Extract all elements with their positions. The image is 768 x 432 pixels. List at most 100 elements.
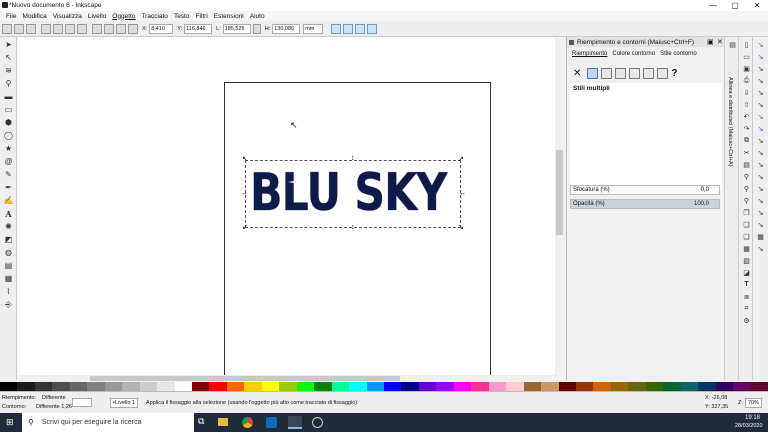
task-view-icon[interactable]: ⧉ [198, 416, 204, 427]
snap-grid-icon[interactable]: ▦ [756, 232, 765, 241]
cut-icon[interactable]: ✂ [742, 148, 751, 157]
snap-bbox-icon[interactable]: ↘ [756, 52, 765, 61]
flip-vertical-icon[interactable] [77, 23, 87, 34]
ungroup-icon[interactable]: ▧ [742, 256, 751, 265]
palette-swatch[interactable] [698, 382, 716, 391]
move-gradients-icon[interactable] [355, 23, 366, 34]
layers-icon[interactable]: ≣ [742, 292, 751, 301]
raise-top-icon[interactable] [128, 23, 138, 34]
edge-icon[interactable] [266, 417, 277, 428]
palette-swatch[interactable] [191, 382, 210, 391]
bucket-tool-icon[interactable]: ◍ [3, 247, 14, 258]
menu-tracciato[interactable]: Tracciato [141, 13, 168, 20]
palette-swatch[interactable] [401, 382, 419, 391]
rotate-cw-icon[interactable] [53, 23, 63, 34]
panel-dock-icon[interactable]: ▣ [707, 38, 714, 46]
menu-visualizza[interactable]: Visualizza [53, 13, 82, 20]
flip-horizontal-icon[interactable] [65, 23, 75, 34]
scale-handle-nw-icon[interactable]: ↖ [242, 156, 248, 163]
height-field[interactable]: 130,086 [272, 23, 301, 34]
palette-swatch[interactable] [418, 382, 437, 391]
scale-handle-se-icon[interactable]: ↘ [458, 224, 464, 231]
menu-modifica[interactable]: Modifica [22, 13, 46, 20]
save-icon[interactable]: ▣ [742, 64, 751, 73]
spiral-tool-icon[interactable]: @ [3, 156, 14, 167]
snap-center-icon[interactable]: ↘ [756, 100, 765, 109]
ellipse-tool-icon[interactable]: ◯ [3, 130, 14, 141]
palette-swatch[interactable] [541, 382, 559, 391]
snap-midpoints-icon[interactable]: ↘ [756, 172, 765, 181]
zoom-page-icon[interactable]: ⚲ [742, 196, 751, 205]
palette-swatch[interactable] [575, 382, 594, 391]
spray-tool-icon[interactable]: ✺ [3, 221, 14, 232]
raise-icon[interactable] [116, 23, 126, 34]
linear-gradient-icon[interactable] [601, 67, 613, 79]
menu-aiuto[interactable]: Aiuto [250, 13, 265, 20]
scale-corners-icon[interactable] [343, 23, 354, 34]
palette-swatch[interactable] [331, 382, 350, 391]
palette-swatch[interactable] [122, 382, 140, 391]
snap-guides-icon[interactable]: ↘ [756, 244, 765, 253]
obs-icon[interactable] [312, 417, 323, 428]
lock-ratio-icon[interactable] [252, 23, 261, 34]
blur-value[interactable]: 0,0 [701, 187, 709, 193]
close-button[interactable]: ✕ [746, 0, 768, 11]
file-explorer-icon[interactable] [218, 418, 228, 426]
scale-handle-w-icon[interactable]: ↔ [241, 190, 248, 197]
palette-swatch[interactable] [453, 382, 472, 391]
unset-paint-icon[interactable]: ? [671, 68, 677, 79]
palette-swatch[interactable] [523, 382, 542, 391]
clone-icon[interactable]: ❏ [742, 220, 751, 229]
taskbar-search[interactable]: ⚲ Scrivi qui per eseguire la ricerca [22, 413, 194, 432]
align-dock-icon[interactable]: ▤ [728, 40, 737, 49]
y-field[interactable]: 116,846 [184, 23, 213, 34]
tweak-tool-icon[interactable]: ≋ [3, 65, 14, 76]
chrome-icon[interactable] [242, 417, 253, 428]
maximize-button[interactable]: ▢ [724, 0, 746, 11]
open-icon[interactable]: ▭ [742, 52, 751, 61]
palette-swatch[interactable] [645, 382, 664, 391]
zoom-tool-icon[interactable]: ⚲ [3, 78, 14, 89]
select-all-layers-icon[interactable] [14, 23, 24, 34]
fill-stroke-dialog-icon[interactable]: ◪ [742, 268, 751, 277]
scale-handle-e-icon[interactable]: ↔ [459, 190, 466, 197]
palette-swatch[interactable] [52, 382, 70, 391]
palette-swatch[interactable] [314, 382, 332, 391]
snap-cusp-icon[interactable]: ↘ [756, 148, 765, 157]
tab-stroke-paint[interactable]: Colore contorno [612, 51, 655, 57]
lower-icon[interactable] [104, 23, 114, 34]
snap-text-baseline-icon[interactable]: ↘ [756, 208, 765, 217]
palette-swatch[interactable] [244, 382, 262, 391]
palette-swatch[interactable] [209, 382, 227, 391]
deselect-icon[interactable] [26, 23, 36, 34]
palette-swatch[interactable] [366, 382, 384, 391]
tab-fill[interactable]: Riempimento [572, 51, 607, 57]
select-all-icon[interactable] [2, 23, 12, 34]
vertical-scroll-thumb[interactable] [556, 150, 563, 235]
menu-filtri[interactable]: Filtri [195, 13, 207, 20]
print-icon[interactable]: ⎙ [742, 76, 751, 85]
palette-swatch[interactable] [226, 382, 245, 391]
palette-swatch[interactable] [349, 382, 367, 391]
palette-swatch[interactable] [157, 382, 175, 391]
windows-start-icon[interactable]: ⊞ [6, 417, 14, 428]
palette-swatch[interactable] [34, 382, 53, 391]
measure-tool-icon[interactable]: ▬ [3, 91, 14, 102]
minimize-button[interactable]: — [702, 0, 724, 11]
palette-swatch[interactable] [279, 382, 297, 391]
connector-tool-icon[interactable]: ⎆ [3, 299, 14, 310]
snap-edges-icon[interactable]: ↘ [756, 64, 765, 73]
menu-livello[interactable]: Livello [88, 13, 106, 20]
text-dialog-icon[interactable]: T [742, 280, 751, 289]
panel-close-icon[interactable]: ✕ [717, 38, 723, 46]
snap-intersections-icon[interactable]: ↘ [756, 136, 765, 145]
scale-handle-s-icon[interactable]: ↕ [351, 224, 357, 231]
paste-icon[interactable]: ▤ [742, 160, 751, 169]
palette-swatch[interactable] [87, 382, 105, 391]
palette-swatch[interactable] [733, 382, 751, 391]
snap-toggle-icon[interactable]: ↘ [756, 40, 765, 49]
flat-color-icon[interactable] [587, 67, 599, 79]
menu-oggetto[interactable]: Oggetto [112, 13, 135, 20]
snap-smooth-icon[interactable]: ↘ [756, 160, 765, 169]
horizontal-scroll-thumb[interactable] [90, 376, 400, 381]
